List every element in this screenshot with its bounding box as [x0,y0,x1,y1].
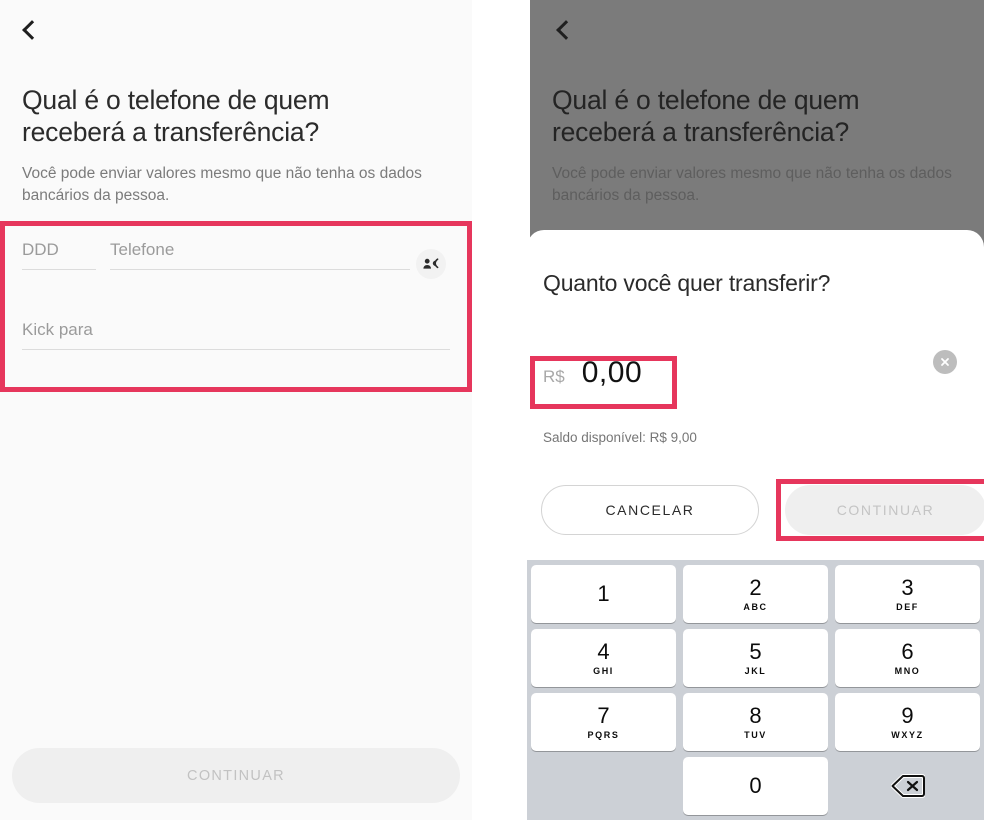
panel-separator [472,0,511,820]
amount-input[interactable]: R$ 0,00 [543,356,642,390]
continue-button[interactable]: CONTINUAR [12,748,460,803]
key-4-number: 4 [597,638,610,664]
chevron-left-icon [556,20,576,40]
key-5-number: 5 [749,638,762,664]
key-4[interactable]: 4 GHI [531,629,676,687]
telefone-underline [110,269,410,270]
key-7-number: 7 [597,702,610,728]
right-screen: Qual é o telefone de quem receberá a tra… [511,0,984,820]
back-button[interactable] [10,8,54,52]
close-circle-icon[interactable] [933,350,957,374]
kick-para-label: Kick para [22,320,93,339]
key-2-number: 2 [749,574,762,600]
kick-para-underline [22,349,450,350]
key-7-letters: PQRS [587,729,620,740]
backspace-icon [890,774,925,798]
key-9-letters: WXYZ [891,729,924,740]
currency-symbol: R$ [543,367,565,386]
page-subtitle-dimmed: Você pode enviar valores mesmo que não t… [552,165,952,204]
back-button-dimmed[interactable] [544,8,588,52]
close-glyph [941,358,949,366]
amount-value: 0,00 [581,356,643,389]
key-8[interactable]: 8 TUV [683,693,828,751]
telefone-field[interactable]: Telefone [110,240,410,270]
backspace-key[interactable] [835,757,980,815]
left-screen: Qual é o telefone de quem receberá a tra… [0,0,472,820]
key-9-number: 9 [901,702,914,728]
key-6-number: 6 [901,638,914,664]
key-2[interactable]: 2 ABC [683,565,828,623]
key-5[interactable]: 5 JKL [683,629,828,687]
key-0-number: 0 [749,773,762,798]
key-4-letters: GHI [593,665,614,676]
key-0[interactable]: 0 [683,757,828,815]
ddd-underline [22,269,96,270]
key-5-letters: JKL [744,665,767,676]
key-6-letters: MNO [894,665,921,676]
kick-para-field[interactable]: Kick para [22,320,450,350]
contact-phone-icon[interactable] [416,249,446,279]
key-1[interactable]: 1 [531,565,676,623]
numeric-keypad: 1 2 ABC 3 DEF 4 GHI 5 JKL 6 MNO 7 PQRS 8… [527,560,984,820]
screenshot-root: Qual é o telefone de quem receberá a tra… [0,0,984,820]
key-3-number: 3 [901,574,914,600]
continue-button-sheet[interactable]: CONTINUAR [785,485,984,535]
chevron-left-icon [22,20,42,40]
amount-bottom-sheet: Quanto você quer transferir? R$ 0,00 Sal… [527,230,984,820]
key-6[interactable]: 6 MNO [835,629,980,687]
available-balance: Saldo disponível: R$ 9,00 [543,430,697,445]
key-2-letters: ABC [743,601,768,612]
key-1-number: 1 [597,581,610,606]
key-8-letters: TUV [744,729,767,740]
key-9[interactable]: 9 WXYZ [835,693,980,751]
key-8-number: 8 [749,702,762,728]
sheet-title: Quanto você quer transferir? [543,270,831,296]
ddd-label: DDD [22,240,59,259]
key-3-letters: DEF [896,601,919,612]
telefone-label: Telefone [110,240,175,259]
sheet-button-row: CANCELAR CONTINUAR [541,479,984,541]
page-subtitle: Você pode enviar valores mesmo que não t… [22,165,422,204]
page-title: Qual é o telefone de quem receberá a tra… [22,85,330,148]
cancel-button[interactable]: CANCELAR [541,485,759,535]
contact-phone-glyph [423,257,439,269]
key-blank-left [531,757,676,815]
ddd-field[interactable]: DDD [22,240,96,270]
key-7[interactable]: 7 PQRS [531,693,676,751]
page-title-dimmed: Qual é o telefone de quem receberá a tra… [552,85,860,148]
dimmed-background-screen: Qual é o telefone de quem receberá a tra… [530,0,984,259]
key-3[interactable]: 3 DEF [835,565,980,623]
